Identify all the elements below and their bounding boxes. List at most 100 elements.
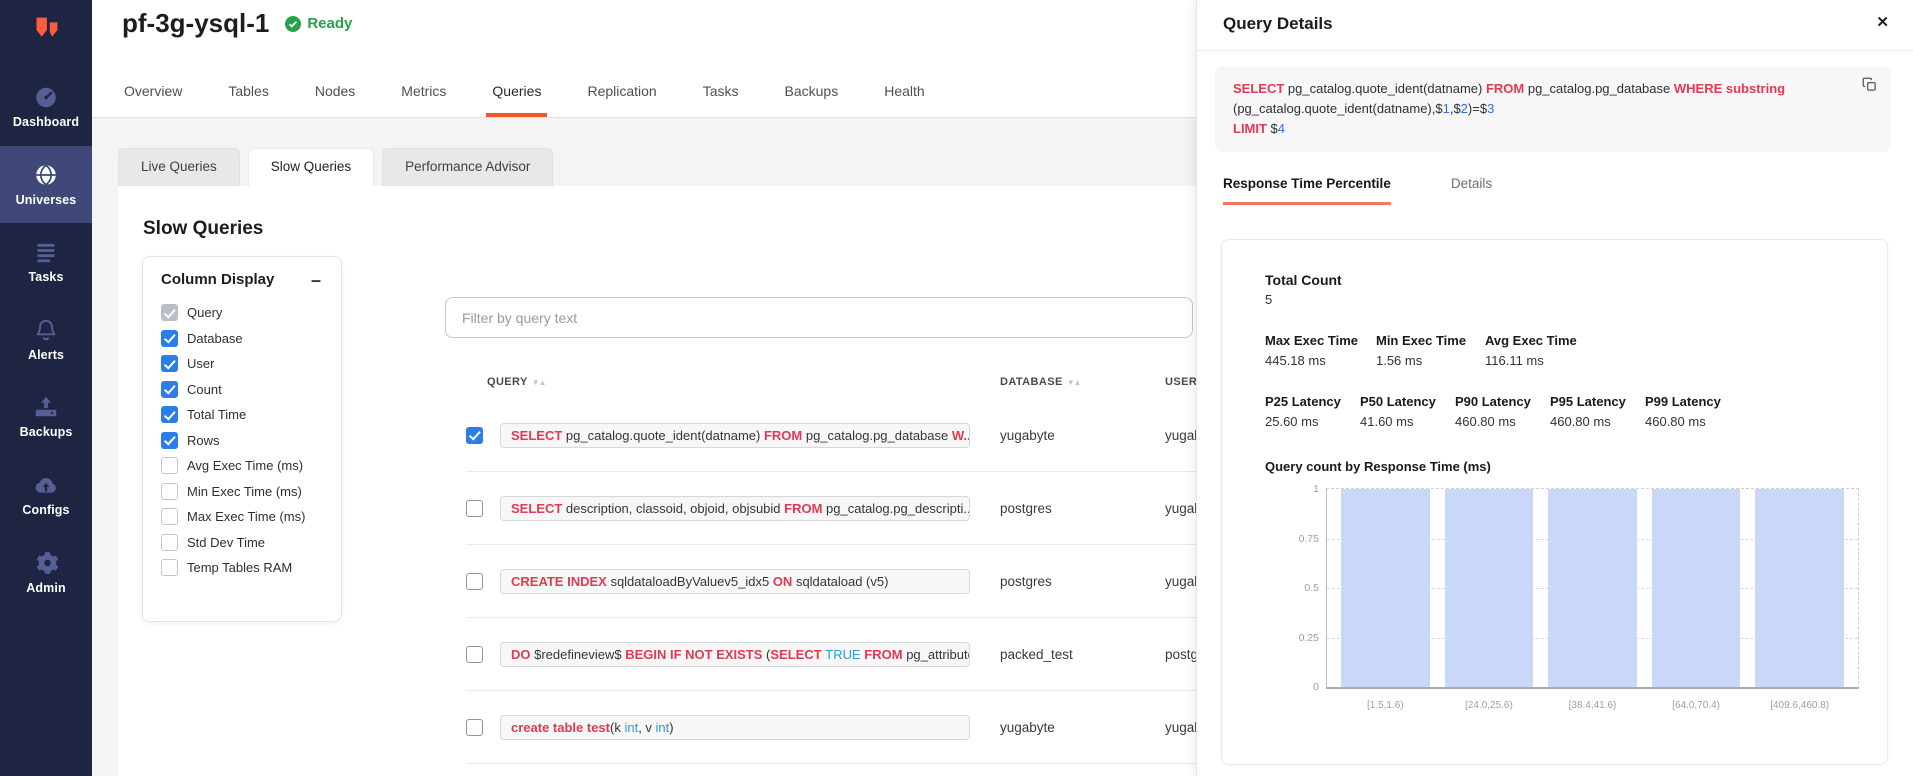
column-option-rows[interactable]: Rows [161, 428, 323, 454]
copy-icon[interactable] [1862, 77, 1877, 98]
chart-title: Query count by Response Time (ms) [1265, 459, 1887, 474]
cloud-icon [33, 472, 59, 498]
tab-overview[interactable]: Overview [122, 71, 184, 117]
checkbox [161, 559, 178, 576]
column-option-label: Rows [187, 433, 220, 448]
row-checkbox[interactable] [466, 427, 483, 444]
query-text-chip[interactable]: DO $redefineview$ BEGIN IF NOT EXISTS (S… [500, 642, 970, 667]
tab-nodes[interactable]: Nodes [313, 71, 357, 117]
x-tick-label: [1.5,1.6) [1367, 700, 1404, 711]
column-header-query[interactable]: QUERY ▼▲ [487, 376, 1000, 388]
stat-p95-latency: P95 Latency 460.80 ms [1550, 394, 1627, 429]
sql-line: (pg_catalog.quote_ident(datname),$1,$2)=… [1233, 99, 1847, 119]
close-icon[interactable]: ✕ [1876, 13, 1889, 31]
query-text-chip[interactable]: CREATE INDEX sqldataloadByValuev5_idx5 O… [500, 569, 970, 594]
checkbox [161, 330, 178, 347]
sidebar-item-dashboard[interactable]: Dashboard [0, 68, 92, 145]
query-details-title: Query Details [1223, 14, 1333, 34]
bar [1652, 489, 1741, 687]
stat-label: Min Exec Time [1376, 333, 1467, 348]
tab-health[interactable]: Health [882, 71, 926, 117]
query-details-tab-bar: Response Time Percentile Details [1223, 176, 1492, 205]
sql-line: SELECT pg_catalog.quote_ident(datname) F… [1233, 79, 1847, 99]
subtab-performance-advisor[interactable]: Performance Advisor [382, 148, 553, 186]
column-option-database[interactable]: Database [161, 326, 323, 352]
bell-icon [33, 317, 59, 343]
tab-backups[interactable]: Backups [783, 71, 841, 117]
tab-replication[interactable]: Replication [585, 71, 658, 117]
query-text-chip[interactable]: create table test(k int, v int) [500, 715, 970, 740]
subtab-live-queries[interactable]: Live Queries [118, 148, 240, 186]
checkbox [161, 381, 178, 398]
row-checkbox[interactable] [466, 500, 483, 517]
stat-value: 460.80 ms [1455, 414, 1532, 429]
subtab-slow-queries[interactable]: Slow Queries [248, 148, 374, 186]
column-option-min-exec-time-ms[interactable]: Min Exec Time (ms) [161, 479, 323, 505]
tab-tables[interactable]: Tables [226, 71, 270, 117]
stat-value: 41.60 ms [1360, 414, 1437, 429]
column-option-max-exec-time-ms[interactable]: Max Exec Time (ms) [161, 504, 323, 530]
checkbox [161, 483, 178, 500]
backup-icon [33, 394, 59, 420]
tab-queries[interactable]: Queries [490, 71, 543, 117]
stat-value: 460.80 ms [1550, 414, 1627, 429]
query-text-chip[interactable]: SELECT pg_catalog.quote_ident(datname) F… [500, 423, 970, 448]
stat-label: P99 Latency [1645, 394, 1722, 409]
bar-slot: [24.0,25.6) [1445, 489, 1534, 687]
stat-p50-latency: P50 Latency41.60 ms [1360, 394, 1437, 429]
tab-metrics[interactable]: Metrics [399, 71, 448, 117]
tab-tasks[interactable]: Tasks [701, 71, 741, 117]
column-option-std-dev-time[interactable]: Std Dev Time [161, 530, 323, 556]
sidebar: Dashboard Universes Tasks AlertsBackups Conf… [0, 0, 92, 776]
column-header-label: QUERY [487, 376, 528, 388]
x-tick-label: [64.0,70.4) [1672, 700, 1720, 711]
column-option-label: Database [187, 331, 243, 346]
universe-header: pf-3g-ysql-1 Ready OverviewTablesNodesMe… [92, 0, 1196, 118]
sidebar-item-label: Configs [22, 503, 69, 517]
y-tick-label: 0.25 [1273, 632, 1319, 644]
sort-icon: ▼▲ [1067, 378, 1081, 387]
column-option-user[interactable]: User [161, 351, 323, 377]
bar-slot: [38.4,41.6) [1548, 489, 1637, 687]
checkbox [161, 508, 178, 525]
row-checkbox[interactable] [466, 719, 483, 736]
yugabyte-logo-icon[interactable] [0, 0, 92, 60]
stat-label: P95 Latency [1550, 394, 1627, 409]
total-count-value: 5 [1265, 292, 1887, 307]
bar-slot: [1.5,1.6) [1341, 489, 1430, 687]
sidebar-item-alerts[interactable]: Alerts [0, 301, 92, 378]
sidebar-item-admin[interactable]: Admin [0, 534, 92, 611]
bar [1341, 489, 1430, 687]
database-cell: yugabyte [1000, 428, 1165, 443]
sidebar-item-configs[interactable]: Configs [0, 456, 92, 533]
sidebar-item-label: Tasks [28, 270, 63, 284]
y-tick-label: 0.5 [1273, 582, 1319, 594]
column-option-temp-tables-ram[interactable]: Temp Tables RAM [161, 555, 323, 581]
sidebar-item-tasks[interactable]: Tasks [0, 223, 92, 300]
query-cell: create table test(k int, v int) [500, 715, 1000, 740]
gear-icon [33, 550, 59, 576]
stat-value: 116.11 ms [1485, 353, 1577, 368]
column-option-query[interactable]: Query [161, 300, 323, 326]
column-option-label: Max Exec Time (ms) [187, 509, 305, 524]
status-badge: Ready [285, 15, 352, 32]
query-text-chip[interactable]: SELECT description, classoid, objoid, ob… [500, 496, 970, 521]
column-option-avg-exec-time-ms[interactable]: Avg Exec Time (ms) [161, 453, 323, 479]
detail-tab-response-time-percentile[interactable]: Response Time Percentile [1223, 176, 1391, 205]
collapse-icon[interactable]: – [309, 275, 323, 285]
sort-icon: ▼▲ [532, 378, 546, 387]
query-filter-input[interactable] [445, 297, 1193, 338]
column-option-total-time[interactable]: Total Time [161, 402, 323, 428]
detail-tab-details[interactable]: Details [1451, 176, 1492, 205]
column-header-database[interactable]: DATABASE▼▲ [1000, 376, 1165, 388]
response-time-bar-chart: 00.250.50.751[1.5,1.6)[24.0,25.6)[38.4,4… [1326, 488, 1859, 689]
sidebar-item-label: Dashboard [13, 115, 79, 129]
sql-line: LIMIT $4 [1233, 119, 1847, 139]
sidebar-item-backups[interactable]: Backups [0, 378, 92, 455]
stat-label: Max Exec Time [1265, 333, 1358, 348]
bar-slot: [64.0,70.4) [1652, 489, 1741, 687]
sidebar-item-universes[interactable]: Universes [0, 146, 92, 223]
row-checkbox[interactable] [466, 573, 483, 590]
column-option-count[interactable]: Count [161, 377, 323, 403]
row-checkbox[interactable] [466, 646, 483, 663]
